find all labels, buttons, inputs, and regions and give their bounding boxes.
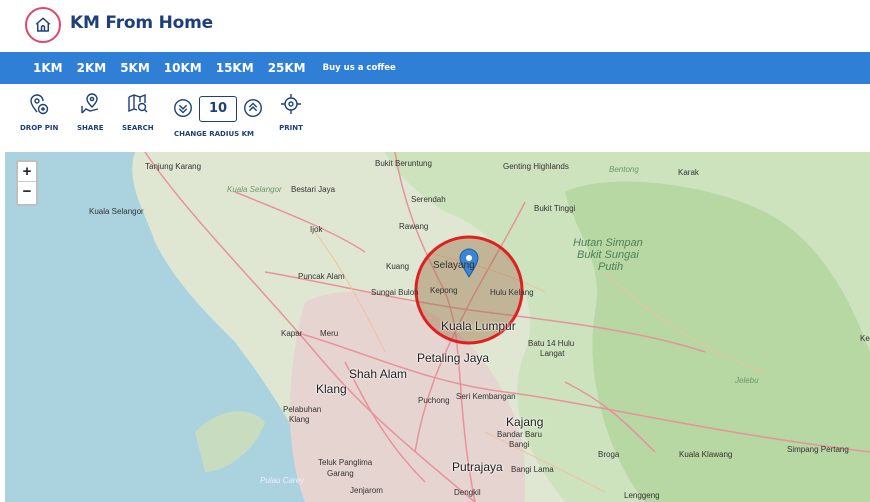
- chevron-down-circle-icon: [174, 99, 192, 117]
- map-label: Pulau Carey: [260, 476, 305, 485]
- nav-10km[interactable]: 10KM: [164, 61, 202, 75]
- zoom-control: + −: [16, 160, 38, 206]
- crosshair-icon: [281, 94, 301, 114]
- map-label: Sungai Buloh: [371, 288, 419, 297]
- nav-2km[interactable]: 2KM: [77, 61, 107, 75]
- map-label: Ke: [860, 334, 870, 343]
- drop-pin-label: DROP PIN: [20, 124, 59, 132]
- map-label: Bentong: [609, 165, 639, 174]
- map-label: Kuala Selangor: [89, 207, 144, 216]
- map-label: Klang: [289, 415, 310, 424]
- map-label: Kajang: [506, 415, 544, 429]
- buy-coffee-link[interactable]: Buy us a coffee: [323, 63, 396, 73]
- nav-5km[interactable]: 5KM: [120, 61, 150, 75]
- map-label: Broga: [598, 450, 620, 459]
- nav-25km[interactable]: 25KM: [268, 61, 306, 75]
- app-title[interactable]: KM From Home: [70, 13, 213, 33]
- nav-15km[interactable]: 15KM: [216, 61, 254, 75]
- map-label: Bestari Jaya: [291, 185, 336, 194]
- map-label: Pelabuhan: [283, 405, 322, 414]
- zoom-in-button[interactable]: +: [18, 162, 36, 182]
- change-radius-label: CHANGE RADIUS KM: [174, 130, 255, 138]
- map-label: Selayang: [433, 260, 475, 271]
- map-label: Jenjarom: [350, 486, 383, 495]
- map-label: Teluk Panglima: [318, 458, 373, 467]
- nav-1km[interactable]: 1KM: [33, 61, 63, 75]
- map-label: Bukit Sungai: [577, 249, 639, 261]
- print-button[interactable]: PRINT: [279, 92, 303, 132]
- map-label: Putih: [598, 261, 624, 273]
- map-label: Langat: [540, 349, 565, 358]
- share-button[interactable]: SHARE: [77, 92, 104, 132]
- map-label: Bukit Beruntung: [375, 159, 432, 168]
- home-icon: [35, 17, 51, 32]
- map-label: Hutan Simpan: [573, 237, 643, 249]
- map-view[interactable]: + − Tanjung Karang Kuala Selangor Bestar…: [5, 152, 870, 502]
- share-label: SHARE: [77, 124, 104, 132]
- map-label: Rawang: [399, 222, 429, 231]
- search-label: SEARCH: [122, 124, 154, 132]
- map-label: Klang: [316, 382, 347, 396]
- map-label: Genting Highlands: [503, 162, 569, 171]
- map-label: Serendah: [411, 195, 446, 204]
- map-label: Hulu Kelang: [490, 288, 534, 297]
- zoom-out-button[interactable]: −: [18, 182, 36, 202]
- map-label: Lenggeng: [624, 491, 660, 500]
- map-label: Dengkil: [454, 488, 481, 497]
- map-label: Kuala Selangor: [227, 185, 282, 194]
- chevron-up-circle-icon: [244, 99, 262, 117]
- map-label: Shah Alam: [349, 367, 408, 381]
- map-label: Karak: [678, 168, 699, 177]
- map-label: Kuang: [386, 262, 410, 271]
- logo[interactable]: [25, 7, 61, 43]
- app-header: KM From Home: [0, 0, 870, 52]
- radius-increase-button[interactable]: [242, 97, 264, 124]
- map-label: Petaling Jaya: [417, 351, 490, 365]
- map-label: Putrajaya: [452, 460, 503, 474]
- map-background: [5, 152, 870, 502]
- map-label: Seri Kembangan: [456, 392, 516, 401]
- map-label: Batu 14 Hulu: [528, 339, 575, 348]
- map-label: Kuala Klawang: [679, 450, 733, 459]
- map-label: Kepong: [430, 286, 458, 295]
- map-label: Bangi: [509, 440, 530, 449]
- share-pin-icon: [81, 93, 99, 114]
- map-label: Bukit Tinggi: [534, 204, 576, 213]
- map-label: Puchong: [418, 396, 450, 405]
- radius-nav: 1KM 2KM 5KM 10KM 15KM 25KM Buy us a coff…: [0, 52, 870, 84]
- map-search-icon: [128, 93, 148, 113]
- map-label: Garang: [327, 469, 354, 478]
- radius-decrease-button[interactable]: [172, 97, 194, 124]
- map-label: Bangi Lama: [511, 465, 554, 474]
- map-label: Puncak Alam: [298, 272, 345, 281]
- print-label: PRINT: [279, 124, 303, 132]
- drop-pin-icon: [30, 94, 49, 115]
- radius-value-field[interactable]: 10: [199, 96, 237, 122]
- map-label: Kuala Lumpur: [441, 319, 516, 333]
- toolbar: DROP PIN SHARE SEARCH 10 CHANGE RADIUS K…: [0, 86, 870, 150]
- search-button[interactable]: SEARCH: [122, 92, 154, 132]
- map-label: Bandar Baru: [497, 430, 542, 439]
- map-label: Tanjung Karang: [145, 162, 202, 171]
- map-label: Jelebu: [735, 376, 759, 385]
- drop-pin-button[interactable]: DROP PIN: [20, 92, 58, 132]
- map-label: Simpang Pertang: [787, 445, 849, 454]
- map-label: Meru: [320, 329, 339, 338]
- map-label: Ijok: [310, 225, 323, 234]
- map-label: Kapar: [281, 329, 303, 338]
